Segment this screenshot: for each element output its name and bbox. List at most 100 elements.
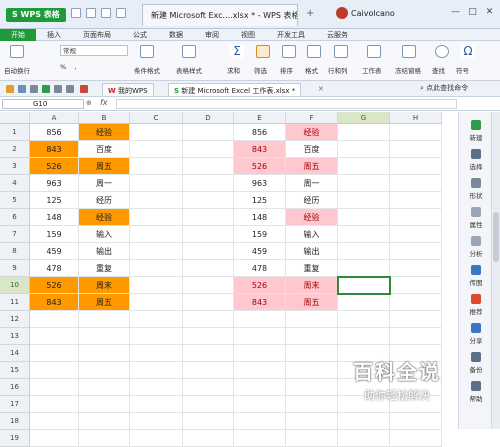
- cell-b16[interactable]: [79, 379, 130, 396]
- cell-e19[interactable]: [234, 430, 286, 447]
- print-icon[interactable]: [86, 8, 96, 18]
- select-all-corner[interactable]: [0, 112, 30, 124]
- cell-f16[interactable]: [286, 379, 338, 396]
- cell-h2[interactable]: [390, 141, 442, 158]
- scrollbar-thumb[interactable]: [493, 212, 499, 262]
- sum-icon[interactable]: Σ: [230, 45, 244, 58]
- cell-d8[interactable]: [183, 243, 234, 260]
- cell-e6[interactable]: 148: [234, 209, 286, 226]
- menu-data[interactable]: 数据: [158, 29, 194, 41]
- format-icon[interactable]: [307, 45, 321, 58]
- cell-c2[interactable]: [130, 141, 183, 158]
- cell-b10[interactable]: 周末: [79, 277, 130, 294]
- cell-d19[interactable]: [183, 430, 234, 447]
- save-icon[interactable]: [71, 8, 81, 18]
- cell-d15[interactable]: [183, 362, 234, 379]
- dropdown-icon[interactable]: [80, 85, 88, 93]
- cell-c18[interactable]: [130, 413, 183, 430]
- cell-a1[interactable]: 856: [30, 124, 79, 141]
- cell-d14[interactable]: [183, 345, 234, 362]
- cell-b5[interactable]: 经历: [79, 192, 130, 209]
- sidebar-share[interactable]: 分享: [459, 323, 493, 345]
- wps-logo[interactable]: S WPS 表格: [6, 8, 66, 22]
- freeze-panes-icon[interactable]: [402, 45, 416, 58]
- cell-f11[interactable]: 周五: [286, 294, 338, 311]
- cell-h9[interactable]: [390, 260, 442, 277]
- sidebar-select[interactable]: 选择: [459, 149, 493, 171]
- cell-h11[interactable]: [390, 294, 442, 311]
- menu-developer[interactable]: 开发工具: [266, 29, 316, 41]
- row-header-10[interactable]: 10: [0, 277, 30, 294]
- cell-c13[interactable]: [130, 328, 183, 345]
- cell-b13[interactable]: [79, 328, 130, 345]
- cell-b2[interactable]: 百度: [79, 141, 130, 158]
- cell-g11[interactable]: [338, 294, 390, 311]
- sidebar-shape[interactable]: 形状: [459, 178, 493, 200]
- worksheet-icon[interactable]: [367, 45, 381, 58]
- undo-icon[interactable]: [101, 8, 111, 18]
- cell-a10[interactable]: 526: [30, 277, 79, 294]
- cell-c10[interactable]: [130, 277, 183, 294]
- sidebar-analysis[interactable]: 分析: [459, 236, 493, 258]
- fx-button[interactable]: fx: [100, 98, 108, 107]
- row-header-5[interactable]: 5: [0, 192, 30, 209]
- cell-e16[interactable]: [234, 379, 286, 396]
- menu-insert[interactable]: 插入: [36, 29, 72, 41]
- row-header-2[interactable]: 2: [0, 141, 30, 158]
- cell-h3[interactable]: [390, 158, 442, 175]
- row-header-15[interactable]: 15: [0, 362, 30, 379]
- row-header-19[interactable]: 19: [0, 430, 30, 447]
- col-header-f[interactable]: F: [286, 112, 338, 124]
- cell-a17[interactable]: [30, 396, 79, 413]
- col-header-d[interactable]: D: [183, 112, 234, 124]
- row-header-6[interactable]: 6: [0, 209, 30, 226]
- cell-b1[interactable]: 经验: [79, 124, 130, 141]
- table-style-icon[interactable]: [182, 45, 196, 58]
- cell-b7[interactable]: 输入: [79, 226, 130, 243]
- cell-e11[interactable]: 843: [234, 294, 286, 311]
- cell-a5[interactable]: 125: [30, 192, 79, 209]
- row-header-17[interactable]: 17: [0, 396, 30, 413]
- wrap-text-icon[interactable]: [10, 45, 24, 58]
- sidebar-properties[interactable]: 属性: [459, 207, 493, 229]
- cell-a12[interactable]: [30, 311, 79, 328]
- cell-e2[interactable]: 843: [234, 141, 286, 158]
- cell-e7[interactable]: 159: [234, 226, 286, 243]
- cell-c6[interactable]: [130, 209, 183, 226]
- cell-g18[interactable]: [338, 413, 390, 430]
- row-header-1[interactable]: 1: [0, 124, 30, 141]
- cell-e13[interactable]: [234, 328, 286, 345]
- cell-a3[interactable]: 526: [30, 158, 79, 175]
- cell-b12[interactable]: [79, 311, 130, 328]
- cell-g12[interactable]: [338, 311, 390, 328]
- col-header-h[interactable]: H: [390, 112, 442, 124]
- menu-home[interactable]: 开始: [0, 29, 36, 41]
- document-tab[interactable]: 新建 Microsoft Exc....xlsx * - WPS 表格: [142, 4, 298, 26]
- row-header-8[interactable]: 8: [0, 243, 30, 260]
- cell-h13[interactable]: [390, 328, 442, 345]
- format-button[interactable]: 格式: [305, 65, 318, 75]
- formula-input[interactable]: [116, 99, 457, 109]
- cell-c7[interactable]: [130, 226, 183, 243]
- cell-c4[interactable]: [130, 175, 183, 192]
- cell-d18[interactable]: [183, 413, 234, 430]
- row-header-3[interactable]: 3: [0, 158, 30, 175]
- name-box[interactable]: G10: [2, 99, 84, 109]
- cell-f6[interactable]: 经验: [286, 209, 338, 226]
- cell-d7[interactable]: [183, 226, 234, 243]
- cell-g5[interactable]: [338, 192, 390, 209]
- row-header-16[interactable]: 16: [0, 379, 30, 396]
- cell-e9[interactable]: 478: [234, 260, 286, 277]
- cell-c12[interactable]: [130, 311, 183, 328]
- cell-f3[interactable]: 周五: [286, 158, 338, 175]
- col-header-a[interactable]: A: [30, 112, 79, 124]
- vertical-scrollbar[interactable]: [491, 112, 500, 429]
- cell-g2[interactable]: [338, 141, 390, 158]
- cell-h4[interactable]: [390, 175, 442, 192]
- cell-h7[interactable]: [390, 226, 442, 243]
- maximize-button[interactable]: □: [466, 6, 479, 19]
- row-header-11[interactable]: 11: [0, 294, 30, 311]
- cell-d5[interactable]: [183, 192, 234, 209]
- freeze-panes-button[interactable]: 冻结窗格: [395, 65, 421, 75]
- cell-e14[interactable]: [234, 345, 286, 362]
